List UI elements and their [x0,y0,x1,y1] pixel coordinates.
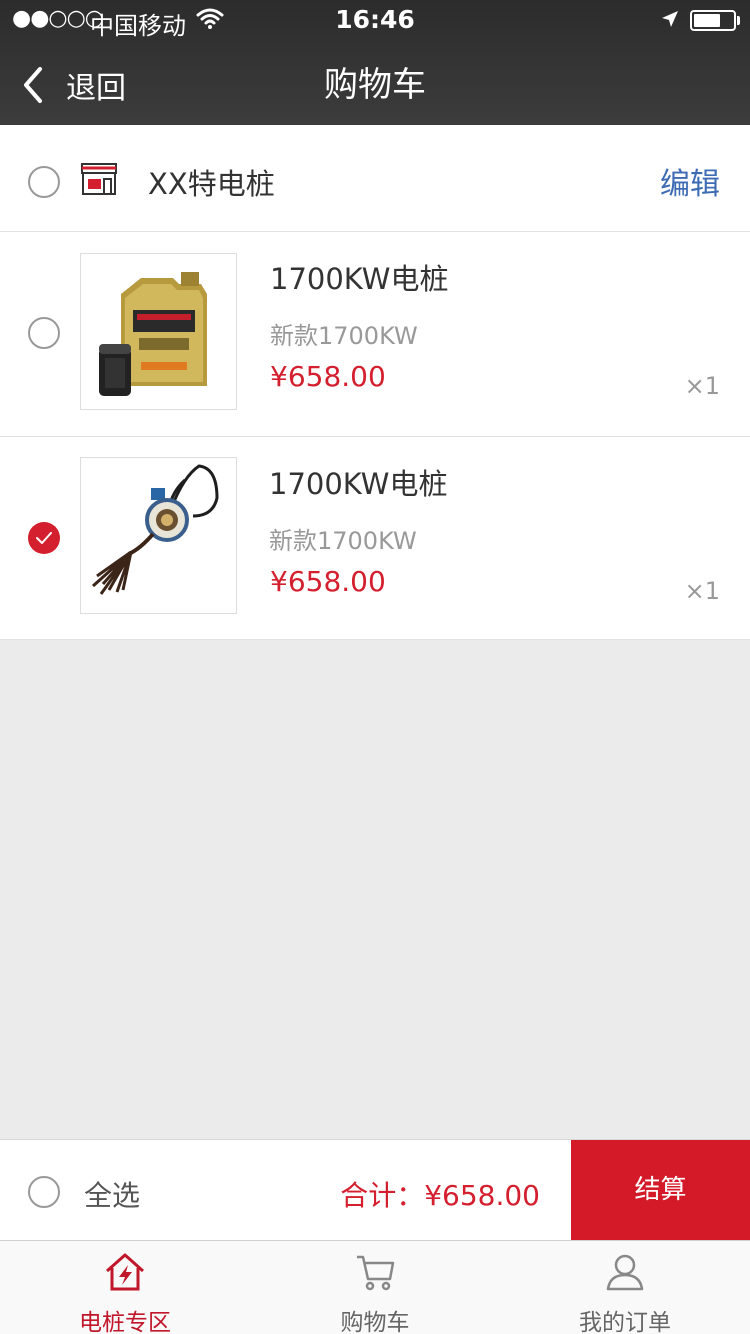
checkout-button[interactable]: 结算 [571,1140,750,1240]
header-bar: ●●○○○ 中国移动 16:46 退回 购物车 [0,0,750,125]
tab-label: 我的订单 [579,1310,671,1334]
tab-cart[interactable]: 购物车 [250,1241,500,1334]
tab-label: 购物车 [340,1310,410,1334]
shop-name[interactable]: XX特电桩 [148,161,275,203]
battery-tip [737,16,740,25]
product-name[interactable]: 1700KW电桩 [269,461,447,503]
tab-my-orders[interactable]: 我的订单 [500,1241,750,1334]
item-select-checkbox[interactable] [28,317,60,349]
charging-house-icon [106,1253,144,1291]
edit-button[interactable]: 编辑 [660,159,720,203]
location-arrow-icon [662,11,678,27]
select-all-checkbox[interactable] [28,1176,60,1208]
product-image[interactable] [80,253,237,410]
bottom-tab-bar: 电桩专区 购物车 我的订单 [0,1240,750,1334]
shop-header: XX特电桩 编辑 [0,125,750,232]
product-quantity: ×1 [684,372,720,400]
shop-select-checkbox[interactable] [28,166,60,198]
checkout-bar: 全选 合计：¥658.00 结算 [0,1139,750,1240]
product-image[interactable] [80,457,237,614]
cart-item[interactable]: 1700KW电桩 新款1700KW ¥658.00 ×1 [0,232,750,437]
select-all-label[interactable]: 全选 [84,1174,140,1214]
product-price: ¥658.00 [270,565,386,598]
product-name[interactable]: 1700KW电桩 [270,256,448,298]
battery-icon [690,10,736,31]
item-select-checkbox[interactable] [28,522,60,554]
car-pendant-image [81,458,236,613]
product-spec: 新款1700KW [269,527,417,555]
tab-charging-zone[interactable]: 电桩专区 [0,1241,250,1334]
storefront-icon [81,163,117,195]
cart-icon [357,1255,395,1291]
cart-item[interactable]: 1700KW电桩 新款1700KW ¥658.00 ×1 [0,437,750,640]
product-price: ¥658.00 [270,360,386,393]
user-icon [606,1254,644,1291]
total-amount: 合计：¥658.00 [340,1179,540,1212]
checkmark-icon [36,532,52,544]
motor-oil-bottle-image [81,254,236,409]
status-bar: ●●○○○ 中国移动 16:46 [0,0,750,40]
product-quantity: ×1 [684,577,720,605]
clock: 16:46 [335,5,415,34]
page-title: 购物车 [324,65,426,105]
tab-label: 电桩专区 [79,1310,171,1334]
product-spec: 新款1700KW [270,322,418,350]
